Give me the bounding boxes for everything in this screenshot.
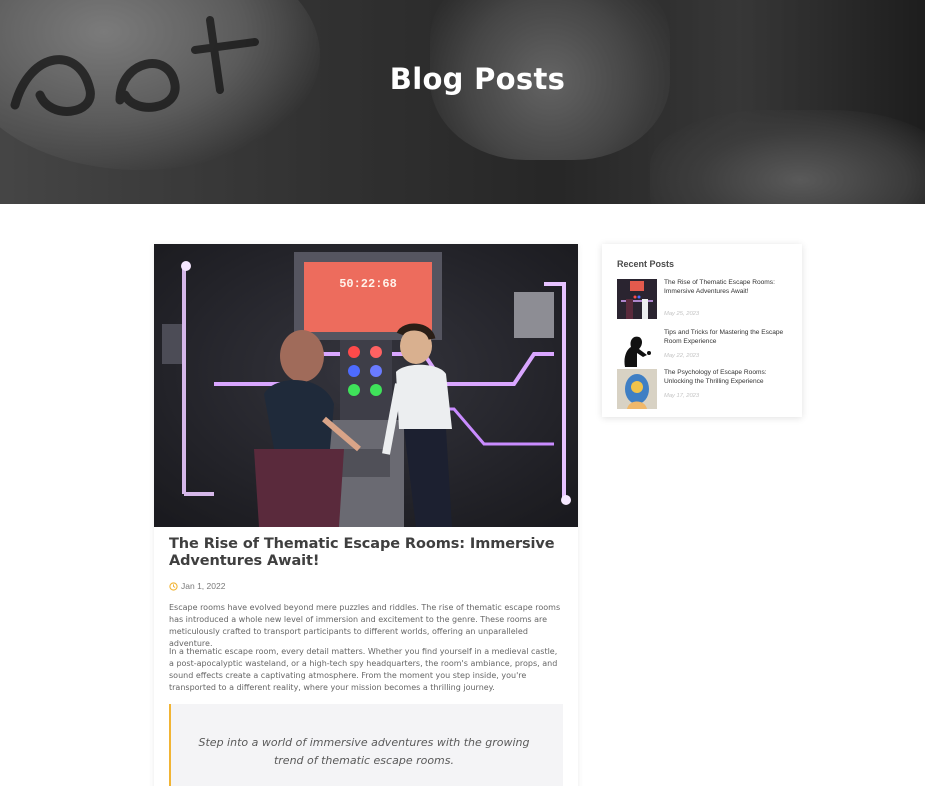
article-blockquote: Step into a world of immersive adventure…	[169, 704, 563, 786]
recent-post-item[interactable]: The Rise of Thematic Escape Rooms: Immer…	[617, 279, 792, 319]
article-paragraph: Escape rooms have evolved beyond mere pu…	[169, 603, 561, 648]
hero-overlay	[0, 0, 925, 204]
recent-post-item[interactable]: Tips and Tricks for Mastering the Escape…	[617, 329, 792, 369]
article-paragraph: In a thematic escape room, every detail …	[169, 647, 558, 692]
recent-post-thumbnail[interactable]	[617, 369, 657, 409]
blockquote-text: Step into a world of immersive adventure…	[198, 736, 530, 767]
recent-post-thumbnail[interactable]	[617, 279, 657, 319]
recent-post-title[interactable]: The Rise of Thematic Escape Rooms: Immer…	[664, 279, 786, 296]
article-featured-image[interactable]: 50:22:68	[154, 244, 578, 527]
hero-banner: Blog Posts	[0, 0, 925, 204]
article-date: Jan 1, 2022	[181, 581, 226, 591]
recent-posts-heading: Recent Posts	[617, 259, 675, 269]
machine-screen-timer: 50:22:68	[339, 277, 397, 291]
clock-icon	[169, 581, 178, 591]
article-title[interactable]: The Rise of Thematic Escape Rooms: Immer…	[169, 536, 564, 570]
recent-post-thumbnail[interactable]	[617, 329, 657, 369]
recent-post-date: May 22, 2023	[664, 353, 700, 359]
page-title: Blog Posts	[389, 62, 566, 96]
recent-post-title[interactable]: The Psychology of Escape Rooms: Unlockin…	[664, 369, 786, 386]
blog-post-card: 50:22:68 The Rise of Thematic Escape Roo…	[154, 244, 578, 786]
recent-post-item[interactable]: The Psychology of Escape Rooms: Unlockin…	[617, 369, 792, 409]
recent-post-date: May 25, 2023	[664, 311, 700, 317]
recent-post-title[interactable]: Tips and Tricks for Mastering the Escape…	[664, 329, 786, 346]
recent-posts-widget: Recent Posts The Rise of Thematic Escape…	[602, 244, 802, 417]
article-meta: Jan 1, 2022	[169, 580, 225, 592]
recent-post-date: May 17, 2023	[664, 393, 700, 399]
